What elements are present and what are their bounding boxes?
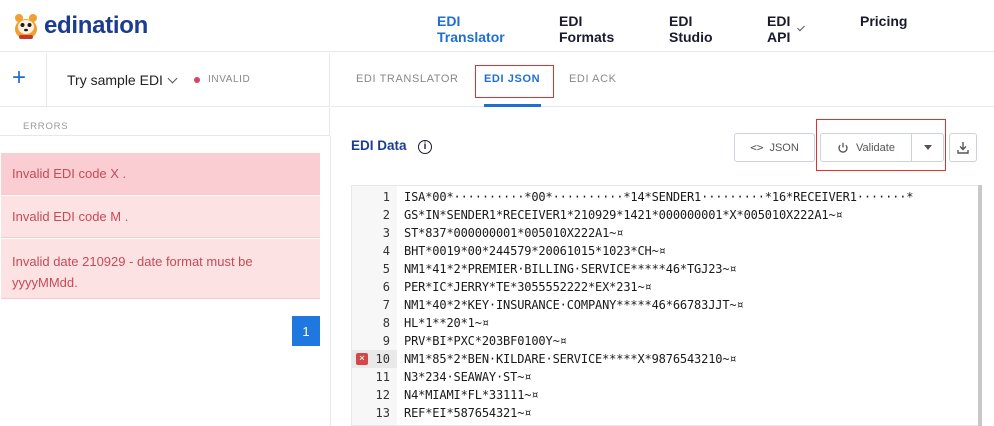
code-line[interactable]: 8 HL*1**20*1~¤ (352, 314, 981, 332)
line-number: 14 (352, 422, 390, 425)
scrollbar[interactable] (978, 185, 982, 426)
top-nav: edination EDI Translator EDI Formats EDI… (0, 0, 994, 52)
edi-data-title: EDI Data (351, 138, 407, 153)
code-text: N4*MIAMI*FL*33111~¤ (404, 388, 539, 402)
code-line[interactable]: × 10 NM1*85*2*BEN·KILDARE·SERVICE*****X*98… (352, 350, 981, 368)
line-number: 3 (382, 226, 390, 240)
errors-header: ERRORS (0, 108, 330, 136)
code-text: N3*234·SEAWAY·ST~¤ (404, 370, 532, 384)
divider (46, 53, 47, 107)
code-text: BHT*0019*00*244579*20061015*1023*CH~¤ (404, 244, 666, 258)
tabs: EDI TRANSLATOR EDI JSON EDI ACK (331, 53, 994, 107)
add-icon[interactable]: + (8, 65, 30, 91)
tab-edi-translator[interactable]: EDI TRANSLATOR (356, 73, 459, 85)
line-number: 4 (382, 244, 390, 258)
info-icon[interactable]: i (418, 140, 432, 154)
chevron-down-icon (167, 73, 178, 83)
edi-code-editor[interactable]: 1 ISA*00*··········*00*··········*14*SEND… (351, 185, 982, 426)
json-button-label: JSON (769, 141, 799, 154)
code-text: REF*EI*587654321~¤ (404, 406, 532, 420)
active-tab-indicator (484, 104, 541, 107)
code-line[interactable]: 4 BHT*0019*00*244579*20061015*1023*CH~¤ (352, 242, 981, 260)
page-button[interactable]: 1 (292, 316, 320, 346)
code-text: ISA*00*··········*00*··········*14*SENDE… (404, 190, 914, 204)
error-text: Invalid EDI code M . (12, 209, 129, 224)
nav-edi-api[interactable]: EDI API (767, 13, 806, 45)
line-number: 8 (382, 316, 390, 330)
code-text: NM1*41*2*PREMIER·BILLING·SERVICE*****46*… (404, 262, 737, 276)
error-item[interactable]: Invalid EDI code X . (1, 153, 320, 195)
logo[interactable]: edination (12, 9, 148, 43)
code-line[interactable]: 3 ST*837*000000001*005010X222A1~¤ (352, 224, 981, 242)
nav-edi-api-label: EDI API (767, 13, 791, 45)
code-text: HL*1**20*1~¤ (404, 316, 489, 330)
error-item[interactable]: Invalid EDI code M . (1, 196, 320, 238)
code-text: ST*837*000000001*005010X222A1~¤ (404, 226, 624, 240)
status-badge: INVALID (208, 74, 251, 85)
error-text: Invalid date 210929 - date format must b… (12, 254, 253, 269)
code-text: NM1*40*2*KEY·INSURANCE·COMPANY*****46*66… (404, 298, 744, 312)
code-line[interactable]: 13 REF*EI*587654321~¤ (352, 404, 981, 422)
code-line[interactable]: 7 NM1*40*2*KEY·INSURANCE·COMPANY*****46*6… (352, 296, 981, 314)
code-line[interactable]: 5 NM1*41*2*PREMIER·BILLING·SERVICE*****46… (352, 260, 981, 278)
json-button[interactable]: <> JSON (734, 133, 815, 162)
code-line[interactable]: 12 N4*MIAMI*FL*33111~¤ (352, 386, 981, 404)
line-number: 1 (382, 190, 390, 204)
line-number: 2 (382, 208, 390, 222)
nav-pricing[interactable]: Pricing (860, 13, 907, 29)
line-number: 10 (375, 352, 390, 366)
sample-edi-label: Try sample EDI (67, 72, 163, 88)
brand-name: edination (44, 12, 148, 39)
code-text: NM1*85*2*BEN·KILDARE·SERVICE*****X*98765… (404, 352, 737, 366)
code-icon: <> (750, 141, 764, 154)
line-number: 6 (382, 280, 390, 294)
tab-highlight-box (475, 65, 554, 98)
chevron-down-icon (797, 23, 806, 31)
nav-edi-translator[interactable]: EDI Translator (437, 13, 505, 45)
download-button[interactable] (949, 133, 977, 162)
error-text: Invalid EDI code X . (12, 166, 127, 181)
errors-title: ERRORS (23, 121, 69, 132)
error-item[interactable]: Invalid date 210929 - date format must b… (1, 239, 320, 299)
errors-list: Invalid EDI code X . Invalid EDI code M … (0, 136, 331, 426)
nav-edi-formats[interactable]: EDI Formats (559, 13, 614, 45)
code-text: PRV*BI*PXC*203BF0100Y~¤ (404, 334, 567, 348)
line-number: 7 (382, 298, 390, 312)
code-line[interactable]: 11 N3*234·SEAWAY·ST~¤ (352, 368, 981, 386)
code-line[interactable]: 1 ISA*00*··········*00*··········*14*SEND… (352, 188, 981, 206)
line-number: 13 (375, 406, 390, 420)
sample-edi-dropdown[interactable]: Try sample EDI (67, 72, 178, 88)
line-number: 11 (375, 370, 390, 384)
code-line[interactable]: 6 PER*IC*JERRY*TE*3055552222*EX*231~¤ (352, 278, 981, 296)
tab-edi-ack[interactable]: EDI ACK (569, 73, 617, 85)
code-text: GS*IN*SENDER1*RECEIVER1*210929*1421*0000… (404, 208, 843, 222)
status-dot (194, 77, 200, 83)
line-number: 5 (382, 262, 390, 276)
code-line[interactable]: 14 NM1*87*2*Kildare·Associates~¤ (352, 422, 981, 425)
code-text: NM1*87*2*Kildare·Associates~¤ (404, 422, 609, 425)
line-number: 9 (382, 334, 390, 348)
code-line[interactable]: 9 PRV*BI*PXC*203BF0100Y~¤ (352, 332, 981, 350)
line-number: 12 (375, 388, 390, 402)
validate-highlight-box (816, 119, 946, 171)
download-icon (957, 142, 969, 154)
logo-mascot-icon (15, 14, 37, 39)
code-text: PER*IC*JERRY*TE*3055552222*EX*231~¤ (404, 280, 652, 294)
nav-edi-studio[interactable]: EDI Studio (669, 13, 713, 45)
error-text-continued: yyyyMMdd. (12, 275, 78, 290)
edi-toolbar: + Try sample EDI INVALID (0, 53, 330, 107)
code-line[interactable]: 2 GS*IN*SENDER1*RECEIVER1*210929*1421*000… (352, 206, 981, 224)
